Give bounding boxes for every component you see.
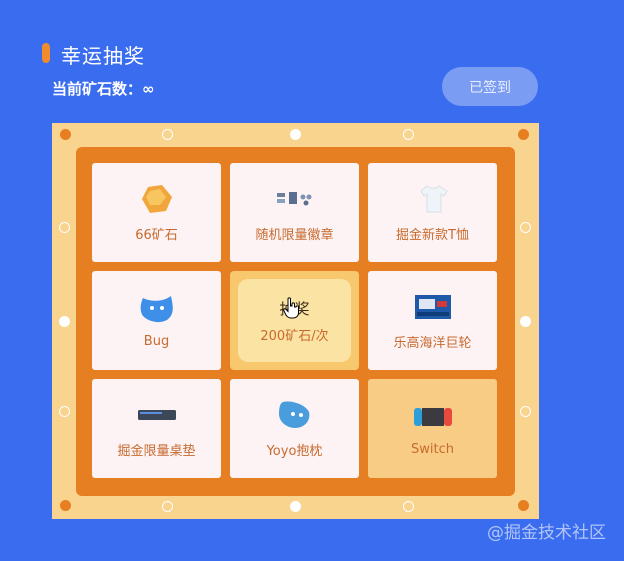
prize-label: Yoyo抱枕 [266, 444, 323, 459]
border-light [162, 129, 173, 140]
border-light [403, 129, 414, 140]
signed-in-button[interactable]: 已签到 [442, 67, 538, 106]
ore-count: 当前矿石数：∞ [52, 80, 155, 98]
border-light [162, 501, 173, 512]
tshirt-icon [413, 182, 453, 216]
prize-cell-tshirt[interactable]: 掘金新款T恤 [368, 163, 497, 262]
lego-ship-icon [413, 290, 453, 324]
border-light [403, 501, 414, 512]
desk-mat-icon [137, 398, 177, 432]
border-light [520, 222, 531, 233]
prize-label: 乐高海洋巨轮 [393, 336, 472, 351]
ore-icon [137, 182, 177, 216]
bug-plush-icon [137, 292, 177, 326]
corner-light [518, 129, 529, 140]
watermark: @掘金技术社区 [487, 523, 606, 543]
border-light [290, 129, 301, 140]
hand-cursor-icon [283, 297, 301, 323]
prize-label: Switch [411, 442, 454, 457]
border-light [520, 316, 531, 327]
title-accent-bar [42, 43, 50, 63]
page-title: 幸运抽奖 [61, 44, 145, 68]
prize-label: 掘金限量桌垫 [117, 444, 196, 459]
border-light [59, 406, 70, 417]
prize-label: 随机限量徽章 [255, 228, 334, 243]
border-light [290, 501, 301, 512]
prize-cell-lego[interactable]: 乐高海洋巨轮 [368, 271, 497, 370]
border-light [59, 316, 70, 327]
prize-label: Bug [143, 334, 170, 349]
prize-cell-badge[interactable]: 随机限量徽章 [230, 163, 359, 262]
border-light [59, 222, 70, 233]
corner-light [60, 500, 71, 511]
prize-cell-pillow[interactable]: Yoyo抱枕 [230, 379, 359, 478]
border-light [520, 406, 531, 417]
prize-cell-ore[interactable]: 66矿石 [92, 163, 221, 262]
corner-light [518, 500, 529, 511]
switch-console-icon [413, 400, 453, 434]
prize-label: 66矿石 [135, 228, 178, 243]
corner-light [60, 129, 71, 140]
prize-cell-switch[interactable]: Switch [368, 379, 497, 478]
badge-icon [275, 182, 315, 216]
prize-cell-bug[interactable]: Bug [92, 271, 221, 370]
pillow-icon [275, 398, 315, 432]
prize-label: 掘金新款T恤 [396, 228, 469, 243]
prize-cell-desk-mat[interactable]: 掘金限量桌垫 [92, 379, 221, 478]
draw-cost: 200矿石/次 [260, 328, 329, 344]
